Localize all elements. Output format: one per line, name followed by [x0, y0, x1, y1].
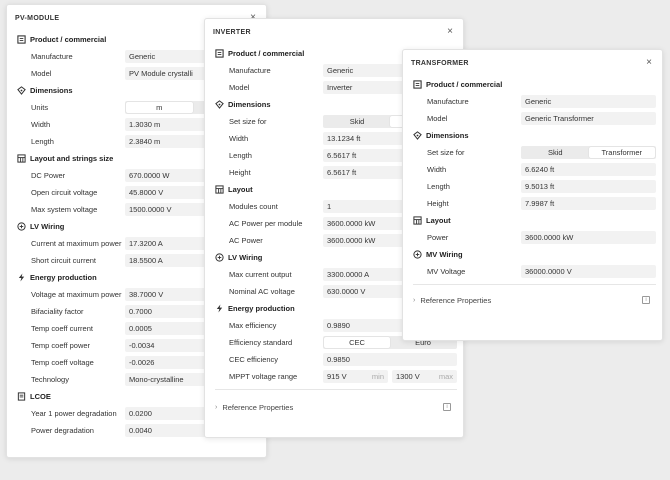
mppt-min-input[interactable]: 915 Vmin: [323, 370, 388, 383]
product-icon: [413, 80, 422, 89]
section-layout: Layout: [413, 212, 656, 229]
info-icon[interactable]: i: [443, 403, 451, 411]
close-icon[interactable]: ×: [447, 27, 453, 37]
power-input[interactable]: 3600.0000 kW: [521, 231, 656, 244]
mv-voltage-input[interactable]: 36000.0000 V: [521, 265, 656, 278]
field-manufacture: Manufacture Generic: [413, 93, 656, 110]
mppt-max-input[interactable]: 1300 Vmax: [392, 370, 457, 383]
chevron-right-icon: ›: [215, 403, 218, 411]
wiring-icon: [17, 222, 26, 231]
panel-header: TRANSFORMER ×: [403, 50, 662, 76]
cec-efficiency-input[interactable]: 0.9850: [323, 353, 457, 366]
set-size-toggle[interactable]: Skid Transformer: [521, 146, 656, 159]
field-height: Height 7.9987 ft: [413, 195, 656, 212]
set-size-option-skid[interactable]: Skid: [324, 116, 390, 127]
layout-icon: [413, 216, 422, 225]
divider: [215, 389, 457, 390]
dimensions-icon: [17, 86, 26, 95]
reference-properties-toggle[interactable]: › Reference Properties i: [413, 289, 656, 311]
chevron-right-icon: ›: [413, 296, 416, 304]
lcoe-icon: [17, 392, 26, 401]
section-dimensions: Dimensions: [413, 127, 656, 144]
field-set-size-for: Set size for Skid Transformer: [413, 144, 656, 161]
field-model: Model Generic Transformer: [413, 110, 656, 127]
efficiency-option-cec[interactable]: CEC: [324, 337, 390, 348]
product-icon: [17, 35, 26, 44]
field-power: Power 3600.0000 kW: [413, 229, 656, 246]
units-option-m[interactable]: m: [126, 102, 193, 113]
width-input[interactable]: 6.6240 ft: [521, 163, 656, 176]
wiring-icon: [413, 250, 422, 259]
close-icon[interactable]: ×: [646, 58, 652, 68]
energy-icon: [216, 304, 223, 313]
dimensions-icon: [413, 131, 422, 140]
set-size-option-transformer[interactable]: Transformer: [588, 147, 655, 158]
field-mv-voltage: MV Voltage 36000.0000 V: [413, 263, 656, 280]
reference-properties-toggle[interactable]: › Reference Properties i: [215, 396, 457, 418]
layout-icon: [215, 185, 224, 194]
wiring-icon: [215, 253, 224, 262]
field-length: Length 9.5013 ft: [413, 178, 656, 195]
field-width: Width 6.6240 ft: [413, 161, 656, 178]
height-input[interactable]: 7.9987 ft: [521, 197, 656, 210]
info-icon[interactable]: i: [642, 296, 650, 304]
divider: [413, 284, 656, 285]
dimensions-icon: [215, 100, 224, 109]
field-cec-efficiency: CEC efficiency 0.9850: [215, 351, 457, 368]
section-mv-wiring: MV Wiring: [413, 246, 656, 263]
model-input[interactable]: Generic Transformer: [521, 112, 656, 125]
set-size-option-skid[interactable]: Skid: [522, 147, 589, 158]
panel-title: PV-MODULE: [15, 14, 60, 22]
length-input[interactable]: 9.5013 ft: [521, 180, 656, 193]
field-mppt-voltage-range: MPPT voltage range 915 Vmin 1300 Vmax: [215, 368, 457, 385]
layout-icon: [17, 154, 26, 163]
manufacture-input[interactable]: Generic: [521, 95, 656, 108]
product-icon: [215, 49, 224, 58]
energy-icon: [18, 273, 25, 282]
section-product: Product / commercial: [413, 76, 656, 93]
panel-title: INVERTER: [213, 28, 251, 36]
transformer-panel: TRANSFORMER × Product / commercial Manuf…: [402, 49, 663, 341]
panel-title: TRANSFORMER: [411, 59, 469, 67]
panel-header: INVERTER ×: [205, 19, 463, 45]
